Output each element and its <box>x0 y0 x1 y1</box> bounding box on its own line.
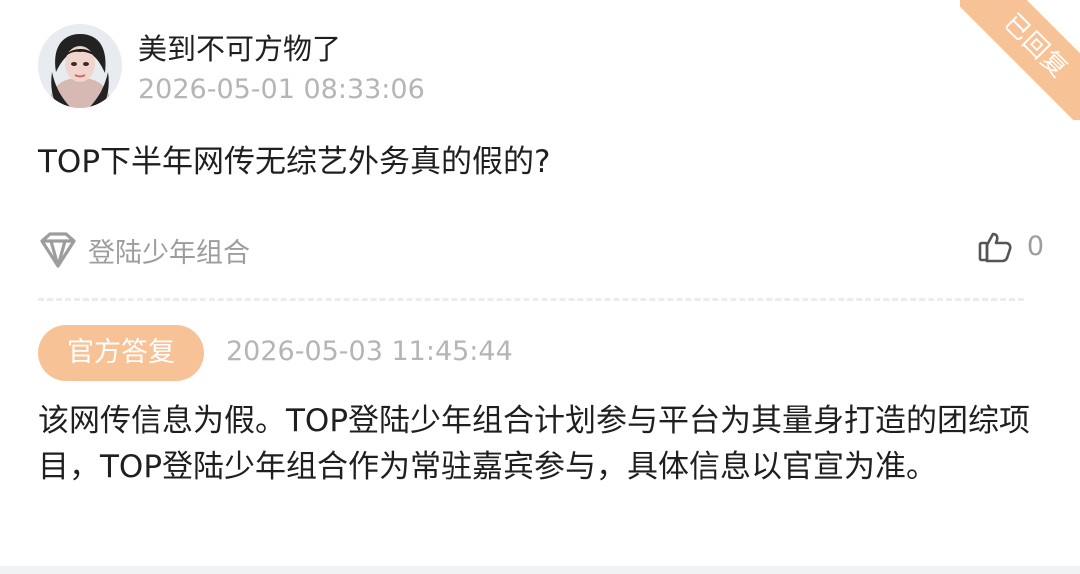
qa-card: 已回复 美到不可方物了 2026-05-01 08:33:06 TOP下半年网传… <box>0 0 1080 574</box>
question-text: TOP下半年网传无综艺外务真的假的? <box>38 144 551 180</box>
bottom-divider <box>0 566 1080 574</box>
divider <box>38 298 1024 301</box>
diamond-icon <box>36 228 80 272</box>
reply-text: 该网传信息为假。TOP登陆少年组合计划参与平台为其量身打造的团综项目，TOP登陆… <box>38 403 1031 485</box>
post-timestamp: 2026-05-01 08:33:06 <box>138 74 425 105</box>
user-name[interactable]: 美到不可方物了 <box>138 26 341 68</box>
official-reply-badge: 官方答复 <box>38 325 204 381</box>
topic-label: 登陆少年组合 <box>88 237 250 269</box>
thumbs-up-icon <box>977 228 1013 264</box>
like-button[interactable]: 0 <box>977 226 1044 266</box>
avatar[interactable] <box>38 24 122 108</box>
topic-tag[interactable]: 登陆少年组合 <box>36 228 250 272</box>
like-count: 0 <box>1026 230 1044 262</box>
reply-timestamp: 2026-05-03 11:45:44 <box>226 336 513 367</box>
avatar-image <box>38 24 122 108</box>
replied-ribbon-label: 已回复 <box>960 0 1080 120</box>
replied-ribbon: 已回复 <box>960 0 1080 120</box>
